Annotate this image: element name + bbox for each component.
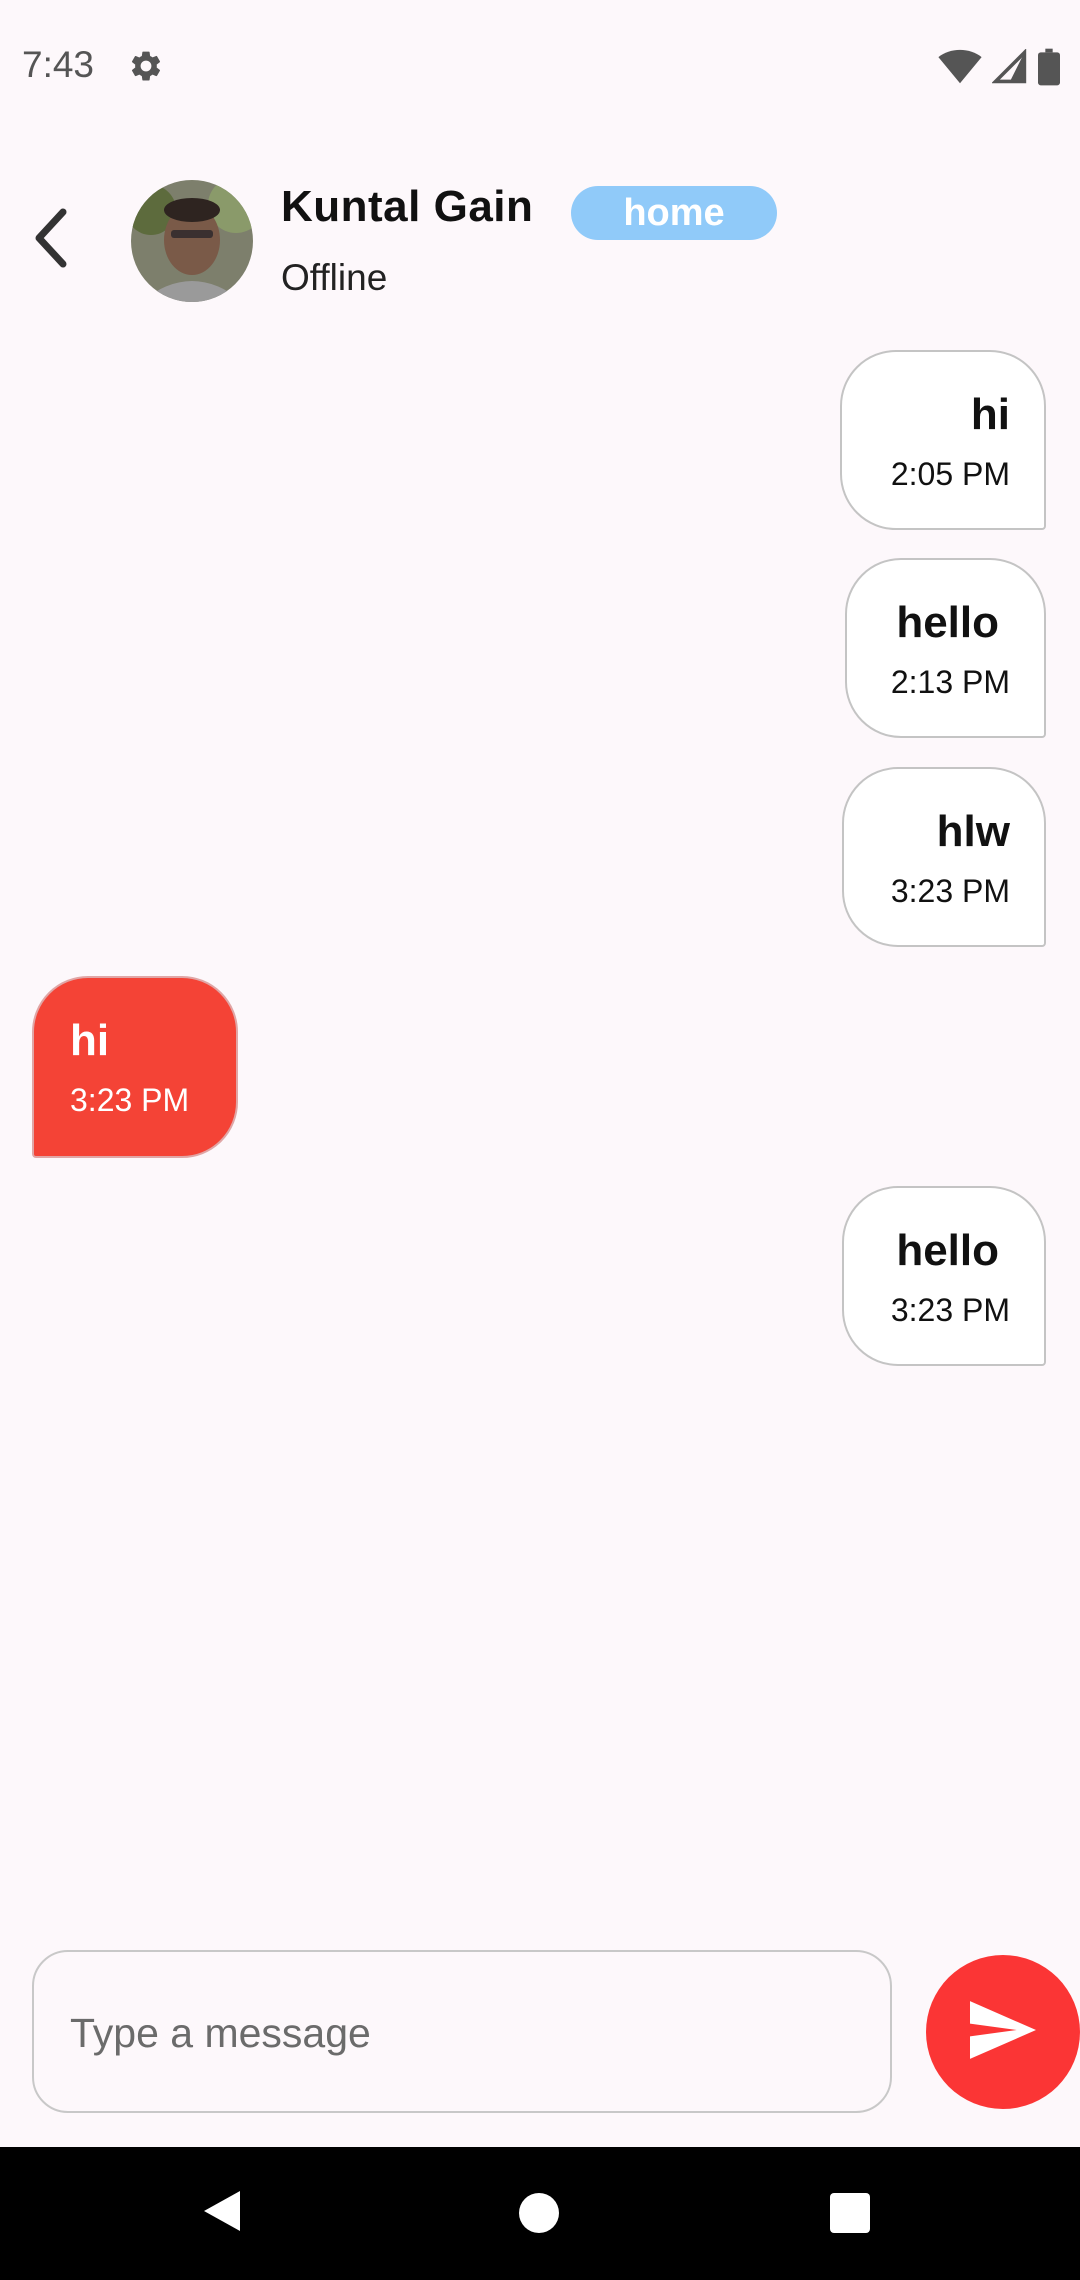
send-icon — [970, 2000, 1036, 2064]
wifi-icon — [938, 49, 982, 90]
message-time: 3:23 PM — [70, 1082, 190, 1118]
contact-badge: home — [571, 186, 777, 240]
message-bubble-outgoing[interactable]: hi 2:05 PM — [840, 350, 1046, 530]
chevron-left-icon — [31, 208, 71, 273]
message-bubble-incoming[interactable]: hi 3:23 PM — [32, 976, 238, 1158]
send-button[interactable] — [926, 1955, 1080, 2109]
message-time: 2:05 PM — [890, 456, 1010, 492]
message-composer[interactable] — [32, 1950, 892, 2113]
message-time: 3:23 PM — [890, 1292, 1010, 1328]
status-time: 7:43 — [22, 44, 95, 85]
back-button[interactable] — [26, 208, 76, 273]
nav-back-icon[interactable] — [200, 2187, 244, 2240]
signal-icon — [991, 48, 1028, 90]
status-icons — [938, 48, 1060, 91]
contact-status: Offline — [281, 257, 388, 298]
message-bubble-outgoing[interactable]: hello 3:23 PM — [842, 1186, 1046, 1366]
nav-recents-icon[interactable] — [830, 2193, 870, 2233]
nav-home-icon[interactable] — [519, 2193, 559, 2233]
gear-icon — [128, 48, 164, 84]
system-nav-bar — [0, 2147, 1080, 2280]
message-input[interactable] — [68, 1992, 852, 2074]
message-bubble-outgoing[interactable]: hello 2:13 PM — [845, 558, 1046, 738]
chat-header: Kuntal Gain home Offline — [0, 170, 1080, 310]
message-text: hlw — [936, 807, 1010, 856]
message-time: 2:13 PM — [890, 664, 1010, 700]
message-text: hello — [896, 598, 999, 647]
avatar[interactable] — [131, 180, 253, 302]
message-time: 3:23 PM — [890, 873, 1010, 909]
contact-name: Kuntal Gain — [281, 182, 534, 231]
battery-icon — [1038, 48, 1060, 91]
message-text: hi — [970, 390, 1010, 439]
message-text: hi — [70, 1016, 110, 1065]
message-bubble-outgoing[interactable]: hlw 3:23 PM — [842, 767, 1046, 947]
status-bar: 7:43 — [0, 0, 1080, 130]
message-text: hello — [896, 1226, 999, 1275]
